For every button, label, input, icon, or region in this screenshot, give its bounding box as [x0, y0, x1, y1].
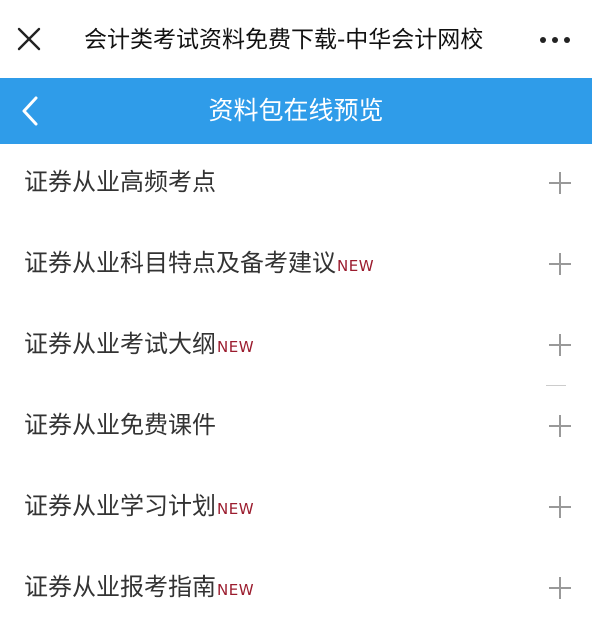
new-badge: NEW	[217, 500, 255, 518]
chevron-left-icon[interactable]	[16, 92, 46, 130]
plus-icon[interactable]	[548, 495, 572, 519]
top-bar: 会计类考试资料免费下载-中华会计网校	[0, 0, 592, 78]
list-item[interactable]: 证券从业高频考点	[0, 144, 592, 225]
list-item[interactable]: 证券从业学习计划NEW	[0, 468, 592, 549]
list-item-label: 证券从业考试大纲NEW	[24, 326, 254, 365]
list-item-label: 证券从业免费课件	[24, 407, 216, 443]
list-item-label: 证券从业科目特点及备考建议NEW	[24, 245, 374, 284]
plus-icon[interactable]	[548, 414, 572, 438]
list-item-text: 证券从业报考指南	[24, 573, 216, 601]
list-item-label: 证券从业高频考点	[24, 164, 216, 200]
list-item-text: 证券从业学习计划	[24, 492, 216, 520]
header-title: 资料包在线预览	[208, 96, 384, 125]
plus-icon[interactable]	[548, 576, 572, 600]
plus-icon[interactable]	[548, 333, 572, 357]
new-badge: NEW	[217, 338, 255, 356]
list-item-text: 证券从业免费课件	[24, 411, 216, 439]
new-badge: NEW	[337, 257, 375, 275]
header-bar: 资料包在线预览	[0, 78, 592, 144]
page-title: 会计类考试资料免费下载-中华会计网校	[84, 27, 484, 53]
material-list: 证券从业高频考点 证券从业科目特点及备考建议NEW 证券从业考试大纲NEW 证券从业免…	[0, 144, 592, 630]
plus-icon[interactable]	[548, 171, 572, 195]
new-badge: NEW	[217, 581, 255, 599]
list-item-text: 证券从业科目特点及备考建议	[24, 249, 336, 277]
list-item[interactable]: 证券从业免费课件	[0, 387, 592, 468]
more-dots-icon[interactable]	[538, 28, 572, 52]
list-item[interactable]: 证券从业报考指南NEW	[0, 549, 592, 630]
plus-icon[interactable]	[548, 252, 572, 276]
list-item[interactable]: 证券从业考试大纲NEW	[0, 306, 592, 387]
list-item-text: 证券从业考试大纲	[24, 330, 216, 358]
list-item-text: 证券从业高频考点	[24, 168, 216, 196]
close-icon[interactable]	[14, 24, 44, 54]
list-item-label: 证券从业学习计划NEW	[24, 488, 254, 527]
list-item[interactable]: 证券从业科目特点及备考建议NEW	[0, 225, 592, 306]
divider	[546, 385, 566, 386]
